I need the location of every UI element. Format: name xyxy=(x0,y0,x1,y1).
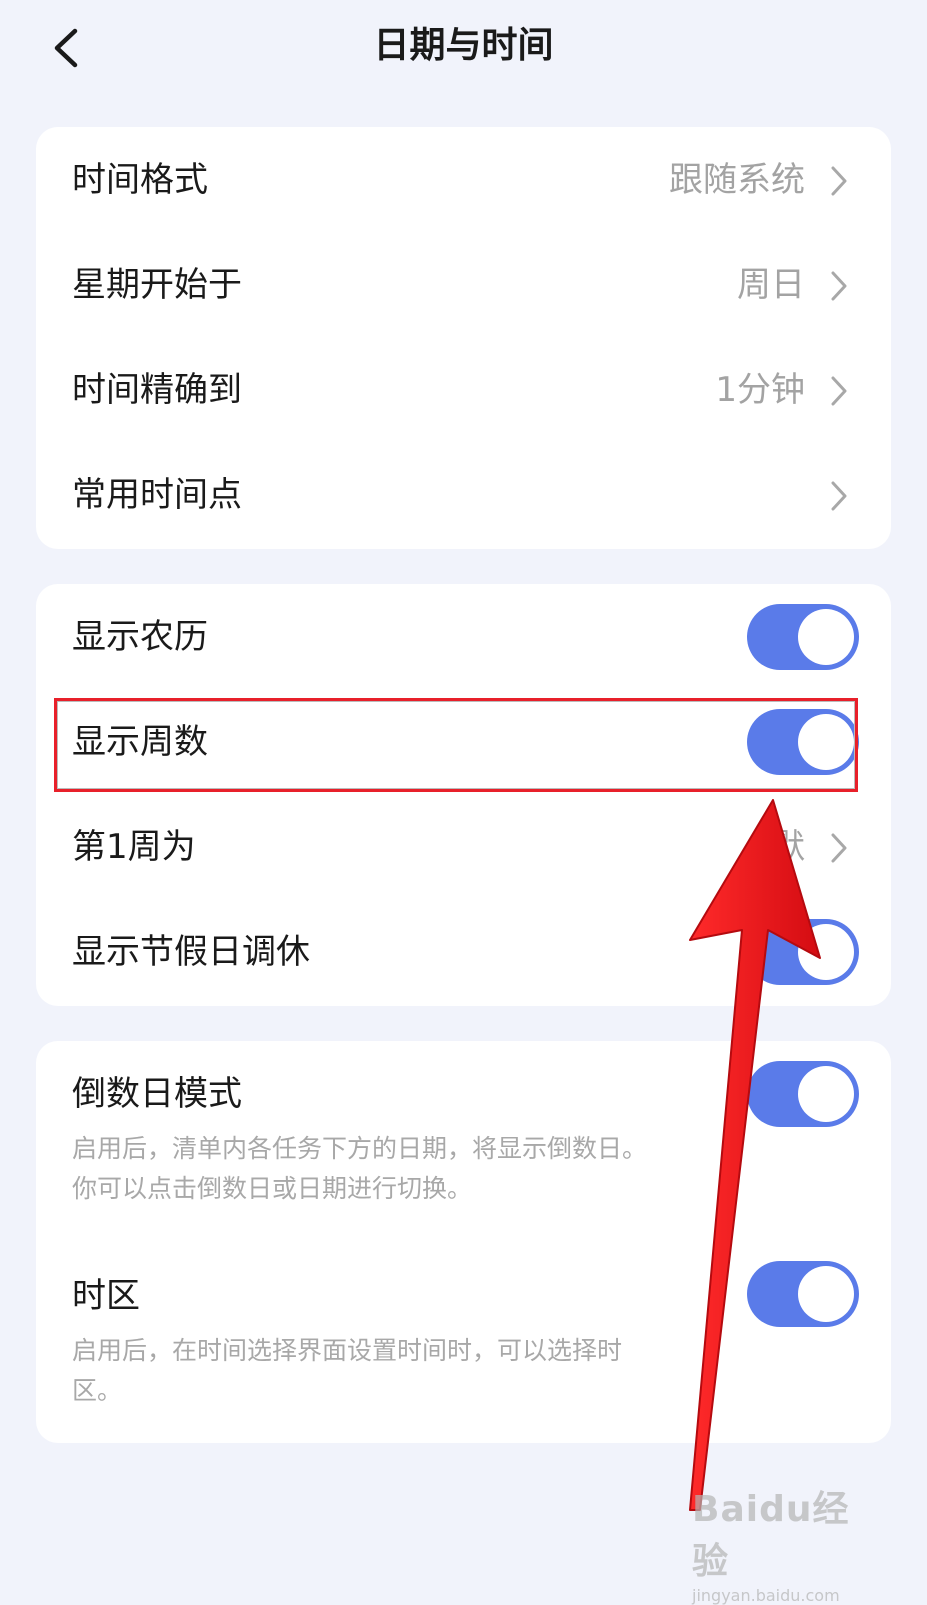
row-value: 周日 xyxy=(737,265,805,305)
timezone-desc-2: 区。 xyxy=(72,1376,123,1405)
toggle-knob xyxy=(798,1266,854,1322)
row-week-start[interactable]: 星期开始于 周日 xyxy=(36,232,891,339)
row-label: 显示周数 xyxy=(72,722,208,762)
countdown-desc-1: 启用后，清单内各任务下方的日期，将显示倒数日。 xyxy=(72,1134,648,1163)
toggle-show-holiday[interactable] xyxy=(747,919,859,985)
row-time-precision[interactable]: 时间精确到 1分钟 xyxy=(36,337,891,444)
toggle-knob xyxy=(798,714,854,770)
countdown-desc-2: 你可以点击倒数日或日期进行切换。 xyxy=(72,1174,473,1203)
toggle-knob xyxy=(798,924,854,980)
row-first-week[interactable]: 第1周为 默 xyxy=(36,794,891,901)
header: 日期与时间 xyxy=(0,0,927,92)
toggle-knob xyxy=(798,609,854,665)
row-value: 跟随系统 xyxy=(669,160,805,200)
chevron-right-icon xyxy=(831,376,847,406)
toggle-timezone[interactable] xyxy=(747,1261,859,1327)
row-label: 星期开始于 xyxy=(72,265,242,305)
settings-card-display: 显示农历 显示周数 第1周为 默 显示节假日调休 xyxy=(36,584,891,1006)
row-label: 显示节假日调休 xyxy=(72,932,310,972)
settings-card-modes: 倒数日模式 启用后，清单内各任务下方的日期，将显示倒数日。 你可以点击倒数日或日… xyxy=(36,1041,891,1443)
row-label: 时间精确到 xyxy=(72,370,242,410)
row-label: 时间格式 xyxy=(72,160,208,200)
watermark-logo: Baidu经验 xyxy=(692,1489,850,1582)
chevron-right-icon xyxy=(831,166,847,196)
toggle-countdown-mode[interactable] xyxy=(747,1061,859,1127)
row-common-times[interactable]: 常用时间点 xyxy=(36,442,891,549)
toggle-knob xyxy=(798,1066,854,1122)
row-show-week-number: 显示周数 xyxy=(36,689,891,796)
row-show-lunar: 显示农历 xyxy=(36,584,891,691)
row-label: 第1周为 xyxy=(72,827,196,867)
watermark: Baidu经验 jingyan.baidu.com xyxy=(692,1480,872,1605)
page-title: 日期与时间 xyxy=(373,25,554,66)
toggle-show-lunar[interactable] xyxy=(747,604,859,670)
row-label: 显示农历 xyxy=(72,617,208,657)
timezone-label: 时区 xyxy=(72,1276,140,1316)
chevron-right-icon xyxy=(831,481,847,511)
row-value: 默 xyxy=(771,827,805,867)
toggle-show-week-number[interactable] xyxy=(747,709,859,775)
row-value: 1分钟 xyxy=(715,370,805,410)
chevron-right-icon xyxy=(831,271,847,301)
countdown-label: 倒数日模式 xyxy=(72,1074,242,1114)
watermark-url: jingyan.baidu.com xyxy=(692,1586,840,1605)
row-time-format[interactable]: 时间格式 跟随系统 xyxy=(36,127,891,234)
chevron-right-icon xyxy=(831,833,847,863)
timezone-desc-1: 启用后，在时间选择界面设置时间时，可以选择时 xyxy=(72,1336,623,1365)
settings-card-format: 时间格式 跟随系统 星期开始于 周日 时间精确到 1分钟 常用时间点 xyxy=(36,127,891,549)
row-label: 常用时间点 xyxy=(72,475,242,515)
row-show-holiday: 显示节假日调休 xyxy=(36,899,891,1006)
